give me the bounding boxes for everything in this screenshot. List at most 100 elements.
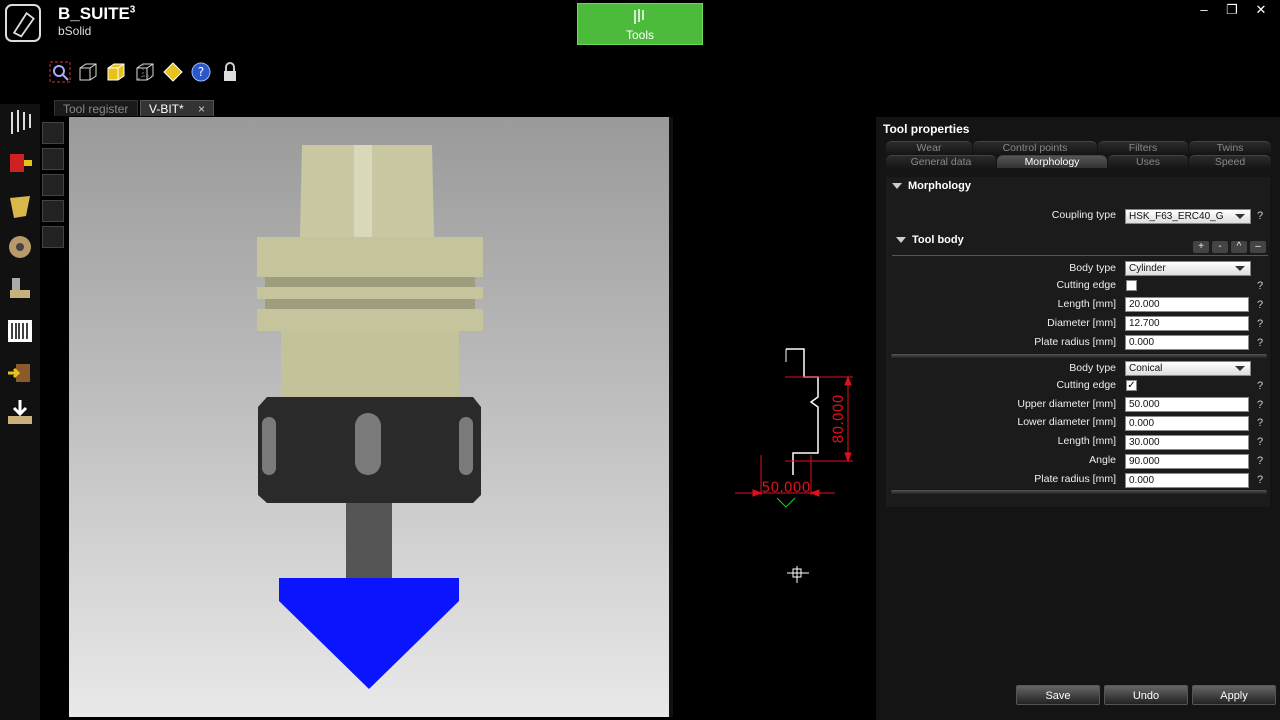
bit-holder-icon[interactable] — [6, 192, 34, 222]
body1-type-label: Body type — [1069, 262, 1116, 274]
body2-radius-help-icon[interactable]: ? — [1257, 474, 1263, 486]
body1-length-label: Length [mm] — [1057, 298, 1116, 310]
close-tab-icon[interactable]: × — [198, 102, 205, 116]
2d-viewport[interactable]: 80.000 50.000 — [673, 117, 872, 717]
body-divider — [891, 354, 1267, 358]
left-tool-column — [0, 104, 40, 720]
body-end-divider — [891, 490, 1267, 494]
body2-length-help-icon[interactable]: ? — [1257, 436, 1263, 448]
close-window-button[interactable]: ✕ — [1251, 2, 1271, 18]
move-body-up-button[interactable]: ^ — [1231, 241, 1247, 253]
barcode-icon[interactable] — [6, 316, 34, 346]
lock-icon[interactable] — [219, 61, 241, 83]
save-button[interactable]: Save — [1016, 685, 1100, 705]
add-body-button[interactable]: + — [1193, 241, 1209, 253]
rotate-icon[interactable] — [42, 226, 64, 248]
help-icon[interactable]: ? — [190, 61, 212, 83]
hidden-lines-view-icon[interactable] — [134, 61, 156, 83]
tab-tool-register[interactable]: Tool register — [54, 100, 138, 116]
body2-lower-diameter-input[interactable]: 0.000 — [1125, 416, 1249, 431]
body1-edge-help-icon[interactable]: ? — [1257, 280, 1263, 292]
body1-type-select[interactable]: Cylinder — [1125, 261, 1251, 276]
body1-radius-help-icon[interactable]: ? — [1257, 337, 1263, 349]
tab-morphology[interactable]: Morphology — [997, 155, 1107, 168]
morphology-header[interactable]: Morphology — [888, 180, 1280, 202]
undo-button[interactable]: Undo — [1104, 685, 1188, 705]
spindle-icon[interactable] — [6, 148, 34, 178]
tool-2d-drawing: 80.000 50.000 — [735, 348, 853, 583]
body1-cutting-edge-label: Cutting edge — [1056, 279, 1116, 291]
coupling-type-label: Coupling type — [1051, 209, 1116, 221]
tool-3d-model — [257, 145, 483, 689]
body2-type-label: Body type — [1069, 362, 1116, 374]
shaded-view-icon[interactable] — [105, 61, 127, 83]
mirror-icon[interactable] — [42, 200, 64, 222]
tab-wear[interactable]: Wear — [886, 141, 972, 154]
tools-label: Tools — [625, 28, 654, 42]
body2-cutting-edge-checkbox[interactable]: ✓ — [1126, 380, 1137, 391]
body1-diameter-input[interactable]: 12.700 — [1125, 316, 1249, 331]
3d-viewport[interactable] — [69, 117, 669, 717]
import-icon[interactable] — [6, 358, 34, 388]
body2-angle-input[interactable]: 90.000 — [1125, 454, 1249, 469]
body-buttons: + - ^ – — [1193, 236, 1269, 254]
tools-icon — [634, 9, 644, 24]
width-dimension: 50.000 — [762, 480, 811, 496]
body2-edge-help-icon[interactable]: ? — [1257, 380, 1263, 392]
body1-length-help-icon[interactable]: ? — [1257, 299, 1263, 311]
body2-lower-diameter-label: Lower diameter [mm] — [1017, 416, 1116, 428]
body2-angle-help-icon[interactable]: ? — [1257, 455, 1263, 467]
body2-length-label: Length [mm] — [1057, 435, 1116, 447]
download-icon[interactable] — [6, 398, 34, 428]
panel-title: Tool properties — [883, 122, 970, 136]
restore-button[interactable]: ❐ — [1222, 2, 1242, 18]
tools-ribbon-button[interactable]: Tools — [577, 3, 703, 45]
collapse-body-button[interactable]: – — [1250, 241, 1266, 253]
body2-angle-label: Angle — [1089, 454, 1116, 466]
svg-text:?: ? — [198, 65, 204, 79]
zoom-extents-icon[interactable] — [49, 61, 71, 83]
body2-type-select[interactable]: Conical — [1125, 361, 1251, 376]
blade-icon[interactable] — [6, 232, 34, 262]
wireframe-view-icon[interactable] — [77, 61, 99, 83]
tab-twins[interactable]: Twins — [1189, 141, 1271, 154]
align-icon[interactable] — [42, 174, 64, 196]
remove-body-button[interactable]: - — [1212, 241, 1228, 253]
tab-v-bit[interactable]: V-BIT* × — [140, 100, 214, 116]
collapse-icon — [896, 237, 906, 243]
coupling-type-select[interactable]: HSK_F63_ERC40_G — [1125, 209, 1251, 224]
move-down-icon[interactable] — [42, 148, 64, 170]
body2-lower-help-icon[interactable]: ? — [1257, 417, 1263, 429]
tool-properties-panel: Tool properties Wear Control points Filt… — [876, 117, 1280, 720]
tab-speed[interactable]: Speed — [1189, 155, 1271, 168]
body2-upper-help-icon[interactable]: ? — [1257, 399, 1263, 411]
coupling-help-icon[interactable]: ? — [1257, 210, 1263, 222]
aggregate-icon[interactable] — [6, 274, 34, 304]
body1-cutting-edge-checkbox[interactable] — [1126, 280, 1137, 291]
body1-length-input[interactable]: 20.000 — [1125, 297, 1249, 312]
body1-diameter-help-icon[interactable]: ? — [1257, 318, 1263, 330]
height-dimension: 80.000 — [831, 395, 847, 444]
tab-control-points[interactable]: Control points — [973, 141, 1097, 154]
minimize-button[interactable]: ‒ — [1194, 2, 1214, 17]
app-subtitle: bSolid — [58, 24, 92, 38]
material-view-icon[interactable] — [162, 61, 184, 83]
move-up-icon[interactable] — [42, 122, 64, 144]
collapse-icon — [892, 183, 902, 189]
apply-button[interactable]: Apply — [1192, 685, 1276, 705]
body2-cutting-edge-label: Cutting edge — [1056, 379, 1116, 391]
tab-uses[interactable]: Uses — [1108, 155, 1188, 168]
body1-radius-label: Plate radius [mm] — [1034, 336, 1116, 348]
body2-radius-input[interactable]: 0.000 — [1125, 473, 1249, 488]
body1-radius-input[interactable]: 0.000 — [1125, 335, 1249, 350]
bsuite-logo — [5, 4, 41, 42]
tab-general-data[interactable]: General data — [886, 155, 996, 168]
body2-upper-diameter-label: Upper diameter [mm] — [1017, 398, 1116, 410]
tools-list-icon[interactable] — [6, 108, 34, 138]
body2-radius-label: Plate radius [mm] — [1034, 473, 1116, 485]
tab-v-bit-label: V-BIT* — [149, 102, 184, 116]
tab-filters[interactable]: Filters — [1098, 141, 1188, 154]
body2-upper-diameter-input[interactable]: 50.000 — [1125, 397, 1249, 412]
body2-length-input[interactable]: 30.000 — [1125, 435, 1249, 450]
view-toolbar — [42, 122, 68, 252]
